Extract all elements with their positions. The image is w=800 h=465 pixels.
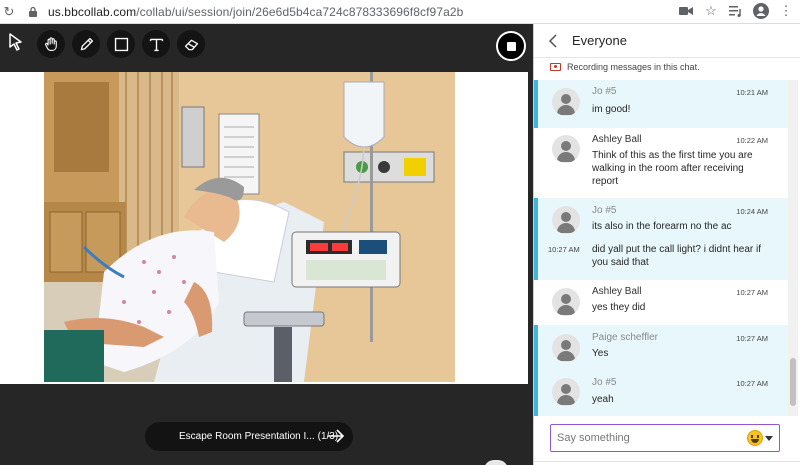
- presentation-title: Escape Room Presentation I...: [179, 431, 315, 442]
- message-time: 10:27 AM: [736, 334, 768, 343]
- chat-message: Jo #5 10:24 AM its also in the forearm n…: [534, 198, 788, 280]
- chat-input[interactable]: [557, 432, 737, 444]
- avatar: [552, 88, 580, 116]
- menu-kebab-icon[interactable]: ⋮: [778, 3, 794, 19]
- stop-sharing-button[interactable]: [496, 31, 526, 61]
- eraser-tool[interactable]: [177, 30, 205, 58]
- message-sender: Jo #5: [592, 86, 617, 97]
- hand-icon: [44, 36, 57, 51]
- arrow-cursor-icon: [6, 32, 26, 57]
- message-text: yeah: [592, 394, 614, 405]
- playlist-icon[interactable]: [728, 3, 744, 19]
- chat-message: Ashley Ball 10:22 AM Think of this as th…: [534, 128, 788, 198]
- message-text: its also in the forearm no the ac: [592, 221, 732, 232]
- avatar: [552, 206, 580, 234]
- slide-canvas: [0, 72, 528, 384]
- avatar: [552, 288, 580, 316]
- avatar: [552, 378, 580, 406]
- chat-message: Ashley Ball 10:27 AM yes they did: [534, 280, 788, 325]
- lock-icon[interactable]: [24, 3, 42, 21]
- smiley-icon: [747, 430, 763, 446]
- profile-icon[interactable]: [753, 3, 769, 19]
- pen-tool[interactable]: [72, 30, 100, 58]
- message-text: Think of this as the first time you are …: [592, 150, 753, 187]
- pan-tool[interactable]: [37, 30, 65, 58]
- caret-down-icon: [765, 435, 773, 441]
- shape-tool[interactable]: [107, 30, 135, 58]
- chat-message: Jo #5 10:27 AM yeah: [534, 370, 788, 416]
- eraser-icon: [184, 39, 198, 50]
- panel-bottom-strip: [534, 461, 800, 465]
- recording-icon: [550, 63, 561, 71]
- chat-header: Everyone: [534, 24, 800, 58]
- chat-panel: Everyone Recording messages in this chat…: [533, 24, 800, 465]
- message-time: 10:24 AM: [736, 207, 768, 216]
- message-followup-text: did yall put the call light? i didnt hea…: [592, 244, 761, 268]
- avatar: [552, 334, 580, 362]
- message-sender: Ashley Ball: [592, 134, 642, 145]
- url-path: /collab/ui/session/join/26e6d5b4ca724c87…: [136, 4, 464, 19]
- text-tool[interactable]: [142, 30, 170, 58]
- hospital-room-photo: [0, 72, 528, 384]
- message-text: yes they did: [592, 302, 646, 313]
- star-icon[interactable]: ☆: [703, 3, 719, 19]
- chat-scrollbar[interactable]: [788, 80, 798, 416]
- message-text: Yes: [592, 348, 609, 359]
- message-sender: Ashley Ball: [592, 286, 642, 297]
- pencil-icon: [80, 37, 93, 50]
- message-sender: Jo #5: [592, 377, 617, 388]
- avatar: [552, 135, 580, 163]
- bottom-panel-handle[interactable]: [484, 460, 508, 465]
- reload-icon[interactable]: ↻: [0, 3, 18, 21]
- whiteboard-stage: Escape Room Presentation I... (1/3): [0, 24, 533, 465]
- message-time: 10:27 AM: [736, 288, 768, 297]
- message-time: 10:27 AM: [736, 379, 768, 388]
- presentation-bar[interactable]: Escape Room Presentation I... (1/3): [145, 422, 353, 451]
- chat-message: Jo #5 10:21 AM im good!: [534, 80, 788, 128]
- message-time: 10:21 AM: [736, 88, 768, 97]
- recording-notice: Recording messages in this chat.: [534, 60, 800, 74]
- message-text: im good!: [592, 104, 631, 115]
- url-text[interactable]: us.bbcollab.com/collab/ui/session/join/2…: [48, 5, 463, 19]
- stop-icon: [506, 41, 516, 51]
- url-host: us.bbcollab.com: [48, 4, 137, 19]
- camera-icon[interactable]: [678, 3, 694, 19]
- emoji-picker-button[interactable]: [747, 430, 773, 446]
- text-t-icon: [149, 38, 163, 51]
- chevron-left-icon[interactable]: [548, 33, 562, 48]
- annotation-toolbar: [0, 30, 205, 58]
- message-time: 10:22 AM: [736, 136, 768, 145]
- message-sender: Paige scheffler: [592, 332, 658, 343]
- recording-note-text: Recording messages in this chat.: [567, 62, 700, 72]
- chat-message: Paige scheffler 10:27 AM Yes: [534, 325, 788, 370]
- square-icon: [114, 37, 128, 51]
- next-slide-arrow-icon[interactable]: [327, 427, 345, 445]
- message-followup-time: 10:27 AM: [548, 245, 580, 254]
- message-list[interactable]: Jo #5 10:21 AM im good! Ashley Ball 10:2…: [534, 80, 788, 416]
- browser-address-bar: ↻ us.bbcollab.com/collab/ui/session/join…: [0, 0, 800, 24]
- message-sender: Jo #5: [592, 205, 617, 216]
- chat-compose[interactable]: [550, 424, 780, 452]
- scrollbar-thumb[interactable]: [790, 358, 796, 406]
- select-tool[interactable]: [2, 30, 30, 58]
- chat-title: Everyone: [572, 33, 627, 48]
